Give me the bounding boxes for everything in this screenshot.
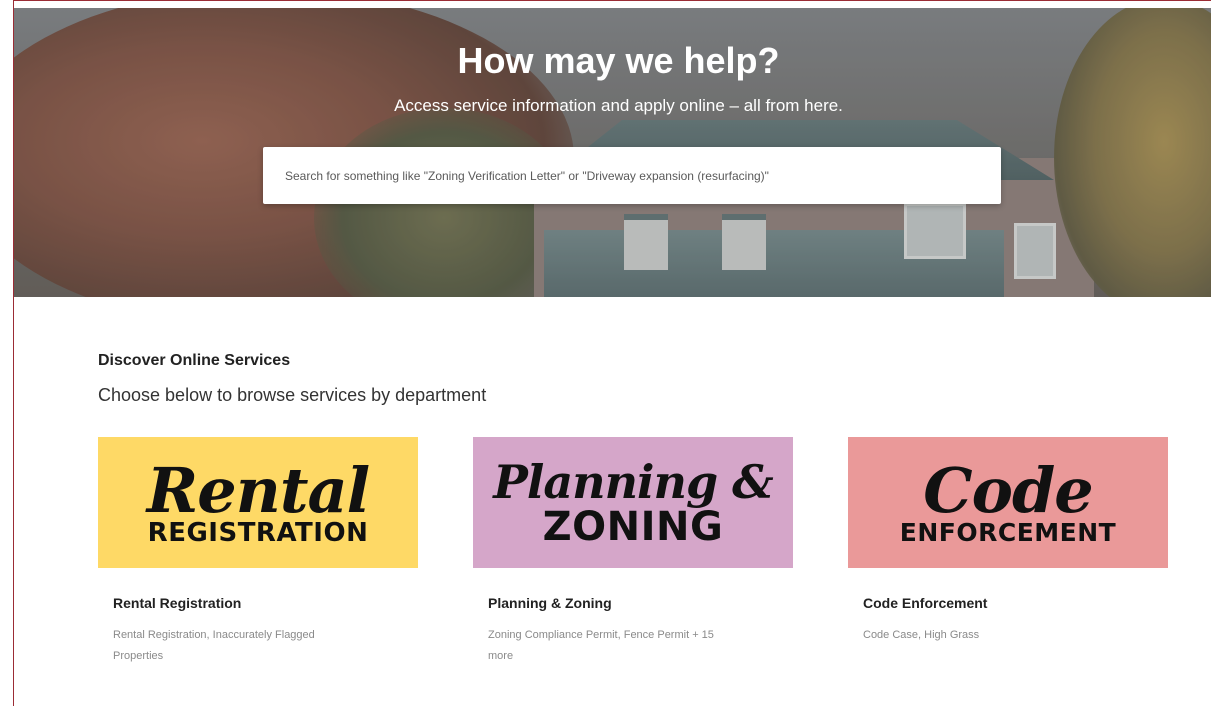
service-card-code-enforcement[interactable]: Code ENFORCEMENT Code Enforcement Code C… (848, 437, 1168, 641)
rental-image-script-text: Rental (146, 453, 370, 527)
code-image-script-text: Code (923, 454, 1093, 527)
code-image-block-text: ENFORCEMENT (899, 518, 1117, 547)
hero-title: How may we help? (457, 40, 780, 81)
rental-registration-description: Rental Registration, Inaccurately Flagge… (113, 629, 315, 662)
hero-subtitle: Access service information and apply onl… (394, 96, 843, 115)
planning-image-script-text: Planning & (493, 454, 773, 509)
code-enforcement-title[interactable]: Code Enforcement (863, 595, 987, 611)
rental-registration-title[interactable]: Rental Registration (113, 595, 241, 611)
search-box[interactable] (263, 147, 1001, 204)
rental-registration-image[interactable]: Rental REGISTRATION (98, 437, 418, 568)
search-input[interactable] (283, 167, 981, 184)
rental-image-block-text: REGISTRATION (147, 517, 369, 548)
planning-zoning-image[interactable]: Planning & ZONING (473, 437, 793, 568)
planning-image-block-text: ZONING (542, 503, 724, 550)
code-enforcement-image[interactable]: Code ENFORCEMENT (848, 437, 1168, 568)
planning-zoning-title[interactable]: Planning & Zoning (488, 595, 612, 611)
service-card-rental-registration[interactable]: Rental REGISTRATION Rental Registration … (98, 437, 418, 662)
discover-subheading: Choose below to browse services by depar… (98, 385, 487, 405)
code-enforcement-description: Code Case, High Grass (863, 629, 980, 641)
planning-zoning-description: Zoning Compliance Permit, Fence Permit +… (488, 629, 714, 662)
service-card-planning-zoning[interactable]: Planning & ZONING Planning & Zoning Zoni… (473, 437, 793, 662)
discover-heading: Discover Online Services (98, 352, 291, 369)
frame-top-border (13, 0, 1211, 1)
